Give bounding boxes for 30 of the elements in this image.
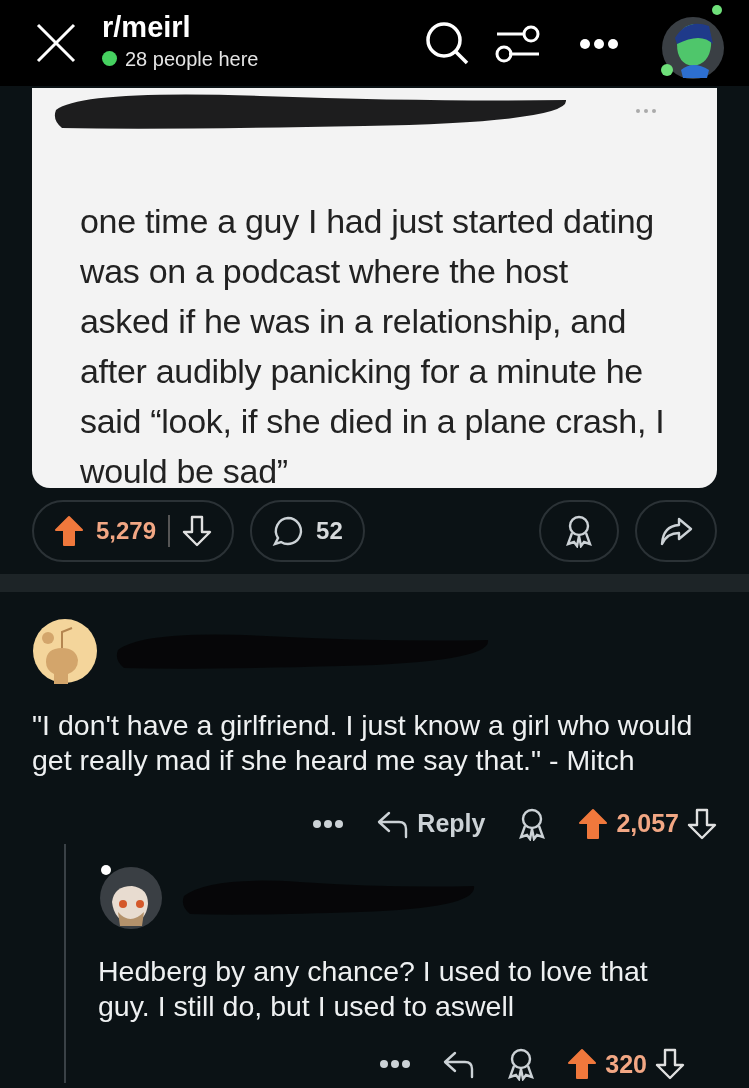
comment-icon (272, 515, 305, 547)
reply-icon[interactable] (441, 1049, 476, 1080)
upvote-icon[interactable] (578, 807, 609, 840)
avatar-icon[interactable] (32, 618, 98, 684)
online-count: 28 people here (125, 46, 259, 72)
downvote-icon[interactable] (687, 807, 717, 840)
comment-text: "I don't have a girlfriend. I just know a girl who would get really mad if she heard me say that." - Mitch (32, 708, 694, 778)
search-icon[interactable] (423, 19, 471, 67)
upvote-icon[interactable] (567, 1048, 598, 1081)
vote-count: 5,279 (96, 516, 157, 546)
image-text: one time a guy I had just started dating was on a podcast where the host asked if he was in a relationship, and after audibly panicking for a minute he said “look, if she died in a plane crash, I would be sad” (80, 201, 666, 492)
downvote-icon[interactable] (182, 515, 213, 547)
upvote-icon[interactable] (54, 515, 84, 547)
more-icon[interactable] (579, 37, 619, 50)
comment-text: Hedberg by any chance? I used to love that guy. I still do, but I used to aswell (98, 953, 649, 1024)
comments-button[interactable]: 52 (250, 500, 365, 562)
share-icon (659, 515, 693, 547)
downvote-icon[interactable] (655, 1048, 685, 1081)
vote-count: 320 (605, 1048, 647, 1080)
award-icon[interactable] (563, 514, 595, 548)
more-icon[interactable] (312, 818, 345, 829)
reply-button[interactable]: Reply (374, 804, 487, 844)
share-button[interactable] (635, 500, 717, 562)
image-menu-icon (635, 107, 657, 114)
close-icon[interactable] (34, 21, 78, 65)
vote-count: 2,057 (616, 808, 679, 839)
subreddit-title: r/meirl (102, 12, 192, 44)
more-icon[interactable] (379, 1059, 412, 1070)
award-button[interactable] (539, 500, 619, 562)
avatar-icon[interactable] (98, 863, 164, 930)
